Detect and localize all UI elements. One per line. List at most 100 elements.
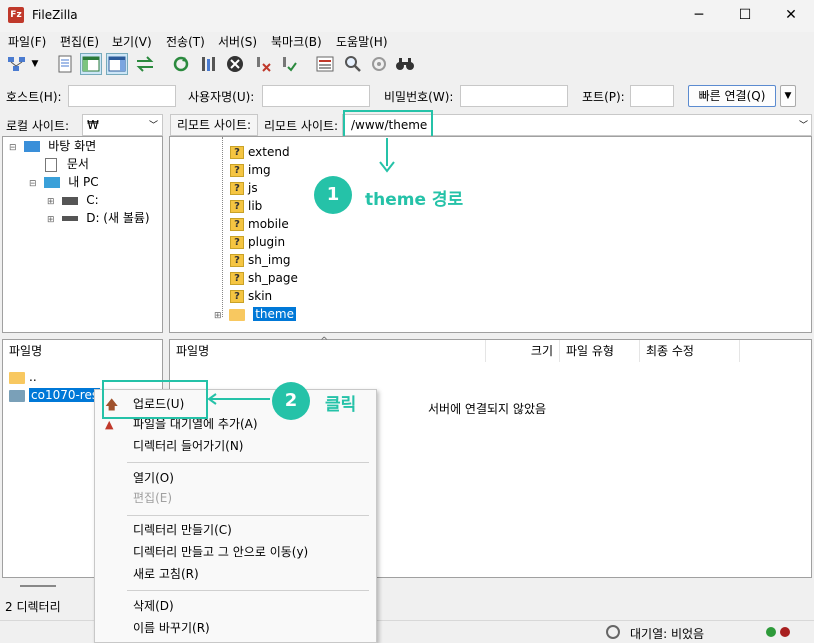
chevron-down-icon[interactable]: ﹀ (149, 118, 158, 131)
unknown-folder-icon: ? (230, 182, 244, 195)
chevron-down-icon[interactable]: ﹀ (799, 118, 808, 131)
transfer-queue-icon[interactable] (134, 53, 156, 75)
filter-icon[interactable] (314, 53, 336, 75)
menu-item-enter-directory[interactable]: 디렉터리 들어가기(N) (133, 436, 243, 456)
expand-icon[interactable]: ⊞ (214, 311, 222, 321)
remote-tree-item[interactable]: ? plugin (230, 233, 285, 251)
chevron-down-icon[interactable]: ▼ (780, 85, 796, 107)
tree-label: lib (248, 199, 263, 213)
close-icon[interactable]: ✕ (768, 0, 814, 32)
cancel-icon[interactable] (224, 53, 246, 75)
filezilla-logo-icon: Fz (8, 7, 24, 23)
remote-tree-item[interactable]: ? sh_page (230, 269, 298, 287)
menu-view[interactable]: 보기(V) (112, 33, 152, 50)
username-label: 사용자명(U): (188, 90, 255, 104)
tree-label: skin (248, 289, 273, 303)
scrollbar-thumb[interactable] (20, 585, 56, 587)
column-header-filename[interactable]: 파일명 (170, 340, 486, 362)
tree-guide-line (222, 137, 223, 317)
local-status-text: 2 디렉터리 (5, 600, 61, 614)
remote-tree-icon[interactable] (106, 53, 128, 75)
unknown-folder-icon: ? (230, 218, 244, 231)
remote-tree-item[interactable]: ? mobile (230, 215, 289, 233)
username-input[interactable] (262, 85, 370, 107)
disconnect-icon[interactable] (252, 53, 274, 75)
host-input[interactable] (68, 85, 176, 107)
search-icon[interactable] (342, 53, 364, 75)
remote-tree-item[interactable]: ? sh_img (230, 251, 291, 269)
sync-browse-icon[interactable] (368, 53, 390, 75)
chevron-down-icon[interactable]: ▼ (28, 53, 42, 75)
menu-server[interactable]: 서버(S) (218, 33, 257, 50)
local-path-combo[interactable]: ₩ ﹀ (82, 114, 163, 136)
remote-tree-item[interactable]: ? lib (230, 197, 262, 215)
menu-item-create-directory[interactable]: 디렉터리 만들기(C) (133, 520, 232, 540)
unknown-folder-icon: ? (230, 254, 244, 267)
tree-label: sh_page (248, 271, 298, 285)
menu-item-create-and-enter[interactable]: 디렉터리 만들고 그 안으로 이동(y) (133, 542, 308, 562)
remote-tree-item[interactable]: ? img (230, 161, 271, 179)
column-header-modified[interactable]: 최종 수정 (640, 340, 740, 362)
remote-tree-item[interactable]: ? skin (230, 287, 272, 305)
remote-tree-panel: ? extend ? img ? js ? lib ? mobile ? plugin ? s… (169, 136, 812, 333)
local-site-bar: 로컬 사이트: ₩ ﹀ (2, 114, 163, 136)
tree-item-drive-d[interactable]: ⊞ D: (새 볼륨) (47, 209, 150, 227)
tree-label: plugin (248, 235, 286, 249)
context-menu: 🡅 업로드(U) ▲ 파일을 대기열에 추가(A) 디렉터리 들어가기(N) 열… (94, 389, 377, 643)
list-item-selected[interactable]: co1070-res (9, 386, 102, 404)
annotation-text-1: theme 경로 (365, 190, 464, 210)
speed-limit-icon[interactable] (606, 625, 620, 639)
column-header-filename[interactable]: 파일명 (3, 340, 162, 362)
binoculars-icon[interactable] (394, 53, 416, 75)
password-label: 비밀번호(W): (384, 90, 454, 104)
unknown-folder-icon: ? (230, 200, 244, 213)
menu-separator (127, 515, 369, 516)
maximize-icon[interactable]: ☐ (722, 0, 768, 32)
remote-site-button[interactable]: 리모트 사이트: (170, 114, 258, 136)
menu-separator (127, 590, 369, 591)
refresh-icon[interactable] (170, 53, 192, 75)
tree-item-documents[interactable]: 문서 (45, 155, 89, 173)
upload-led-icon (766, 627, 776, 637)
menu-file[interactable]: 파일(F) (8, 33, 46, 50)
tree-label: D: (새 볼륨) (86, 211, 150, 225)
tree-label: 문서 (66, 157, 89, 171)
remote-tree-item-selected[interactable]: ⊞ theme (214, 305, 296, 323)
tree-label: theme (253, 307, 296, 321)
menu-bookmarks[interactable]: 북마크(B) (271, 33, 322, 50)
remote-tree-item[interactable]: ? js (230, 179, 258, 197)
list-item-parent[interactable]: .. (9, 368, 37, 386)
menu-help[interactable]: 도움말(H) (336, 33, 388, 50)
computer-icon (44, 177, 61, 188)
reconnect-icon[interactable] (278, 53, 300, 75)
local-tree-icon[interactable] (80, 53, 102, 75)
menu-transfer[interactable]: 전송(T) (166, 33, 205, 50)
quickconnect-button[interactable]: 빠른 연결(Q) (688, 85, 776, 107)
list-item-label: .. (29, 370, 37, 384)
document-icon (45, 157, 57, 172)
tree-label: mobile (248, 217, 289, 231)
menu-item-open[interactable]: 열기(O) (133, 468, 174, 488)
toolbar: ▼ (0, 50, 814, 80)
tree-item-drive-c[interactable]: ⊞ C: (47, 191, 99, 209)
download-led-icon (780, 627, 790, 637)
remote-tree-item[interactable]: ? extend (230, 143, 290, 161)
site-manager-icon[interactable] (6, 53, 28, 75)
tree-item-desktop[interactable]: ⊟ 바탕 화면 (9, 137, 96, 155)
port-input[interactable] (630, 85, 674, 107)
menu-item-rename[interactable]: 이름 바꾸기(R) (133, 618, 210, 638)
minimize-icon[interactable]: ─ (676, 0, 722, 32)
tree-item-this-pc[interactable]: ⊟ 내 PC (29, 173, 99, 191)
menu-item-delete[interactable]: 삭제(D) (133, 596, 174, 616)
process-queue-icon[interactable] (198, 53, 220, 75)
annotation-arrow-left (207, 393, 270, 405)
password-input[interactable] (460, 85, 568, 107)
column-header-size[interactable]: 크기 (486, 340, 560, 362)
menu-item-refresh[interactable]: 새로 고침(R) (133, 564, 199, 584)
menu-edit[interactable]: 편집(E) (60, 33, 99, 50)
column-header-type[interactable]: 파일 유형 (560, 340, 640, 362)
title-bar: Fz FileZilla ─ ☐ ✕ (0, 0, 814, 32)
not-connected-message: 서버에 연결되지 않았음 (428, 402, 547, 416)
message-log-icon[interactable] (54, 53, 76, 75)
unknown-folder-icon: ? (230, 146, 244, 159)
